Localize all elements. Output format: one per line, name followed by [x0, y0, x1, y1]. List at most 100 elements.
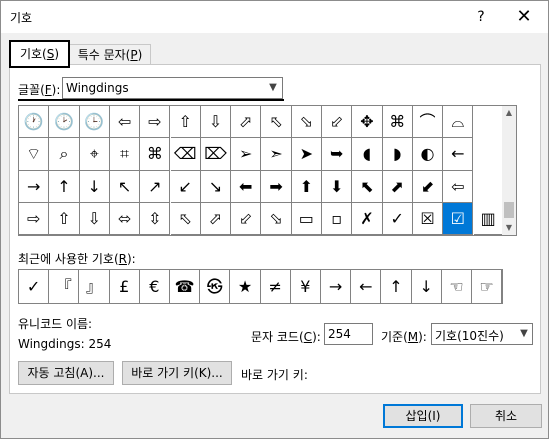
recent-symbols-list[interactable]: ✓ 『』 £ € ☎ ㉿ ★ ≠ ¥ → ← ↑ ↓ ☜ ☞ — [18, 269, 503, 304]
symbol-cell[interactable]: ⌘ — [382, 106, 413, 139]
symbol-cell[interactable]: ⇦ — [443, 170, 474, 203]
symbol-cell[interactable]: ⬅ — [231, 170, 262, 203]
symbol-cell[interactable]: ⌔ — [19, 138, 50, 171]
symbol-cell[interactable]: ⬆ — [291, 170, 322, 203]
symbol-cell[interactable]: ⇩ — [200, 106, 232, 139]
chevron-down-icon[interactable]: ▼ — [264, 78, 282, 98]
symbol-cell[interactable]: ◖ — [352, 138, 383, 171]
symbol-cell[interactable]: ⌦ — [200, 138, 232, 171]
symbol-cell[interactable]: ⬂ — [261, 202, 292, 235]
recent-symbol-cell[interactable]: 』 — [79, 270, 110, 303]
symbol-cell[interactable]: ↗ — [140, 170, 171, 203]
symbol-cell[interactable]: ↖ — [109, 170, 141, 203]
recent-symbol-cell[interactable]: ✓ — [19, 270, 50, 303]
symbol-cell[interactable]: ➣ — [261, 138, 292, 171]
symbol-cell[interactable]: ⇨ — [19, 202, 50, 235]
symbol-cell[interactable]: ☒ — [412, 202, 444, 235]
recent-symbol-cell[interactable]: € — [139, 270, 170, 303]
recent-symbol-cell[interactable]: ☞ — [472, 270, 503, 303]
recent-symbol-cell[interactable]: ★ — [230, 270, 261, 303]
symbol-cell[interactable]: ⬇ — [322, 170, 353, 203]
tab-special-characters[interactable]: 특수 문자(P) — [69, 44, 151, 65]
help-button[interactable]: ? — [469, 6, 493, 28]
symbol-cell[interactable]: ⌘ — [140, 138, 171, 171]
symbol-cell[interactable]: ◗ — [382, 138, 413, 171]
symbol-cell[interactable]: ⇧ — [49, 202, 80, 235]
symbol-cell[interactable]: ✓ — [382, 202, 413, 235]
recent-symbol-cell[interactable]: £ — [109, 270, 140, 303]
symbol-cell[interactable]: ⬉ — [352, 170, 383, 203]
symbol-cell[interactable]: 🕒 — [79, 106, 110, 139]
symbol-cell[interactable]: ☑ — [443, 202, 474, 235]
symbol-cell[interactable]: ⬁ — [170, 202, 201, 235]
symbol-cell[interactable]: ⇦ — [109, 106, 141, 139]
symbol-cell[interactable]: ⇧ — [170, 106, 201, 139]
symbol-cell[interactable]: ⇳ — [140, 202, 171, 235]
symbol-cell[interactable]: 🕑 — [49, 106, 80, 139]
symbol-cell[interactable]: ⬂ — [291, 106, 322, 139]
symbol-cell[interactable]: ▫ — [322, 202, 353, 235]
from-value: 기호(10진수) — [435, 329, 504, 343]
scrollbar-thumb[interactable] — [504, 202, 514, 218]
tab-symbols[interactable]: 기호(S) — [9, 40, 70, 68]
recent-symbol-cell[interactable]: → — [321, 270, 352, 303]
symbol-cell[interactable]: ⌗ — [109, 138, 141, 171]
recent-symbols-label: 최근에 사용한 기호(R): — [18, 252, 136, 266]
symbol-cell[interactable]: ◐ — [412, 138, 444, 171]
recent-symbol-cell[interactable]: ↓ — [411, 270, 442, 303]
chevron-down-icon[interactable]: ▼ — [516, 324, 532, 344]
recent-symbol-cell[interactable]: ㉿ — [200, 270, 231, 303]
symbol-cell[interactable]: ➡ — [261, 170, 292, 203]
recent-symbol-cell[interactable]: 『 — [49, 270, 80, 303]
cancel-button[interactable]: 취소 — [470, 404, 542, 428]
symbol-cell[interactable]: ⇩ — [79, 202, 110, 235]
symbol-cell[interactable]: ➤ — [291, 138, 322, 171]
symbol-cell[interactable]: ⌓ — [443, 106, 474, 139]
symbol-cell[interactable]: ⌫ — [170, 138, 201, 171]
symbol-cell[interactable]: ↙ — [170, 170, 201, 203]
recent-symbol-cell[interactable]: ← — [351, 270, 382, 303]
symbol-cell[interactable]: ⬋ — [412, 170, 444, 203]
symbol-cell[interactable]: ↓ — [79, 170, 110, 203]
recent-symbol-cell[interactable]: ↑ — [381, 270, 412, 303]
symbol-cell[interactable]: ← — [443, 138, 474, 171]
symbol-cell[interactable]: ↑ — [49, 170, 80, 203]
recent-symbol-cell[interactable]: ☎ — [170, 270, 201, 303]
symbol-cell[interactable]: ⬈ — [382, 170, 413, 203]
symbol-cell[interactable]: ↘ — [200, 170, 232, 203]
symbol-cell[interactable]: ⬀ — [231, 106, 262, 139]
symbol-cell[interactable]: 🕐 — [19, 106, 50, 139]
symbol-grid[interactable]: 🕐 🕑 🕒 ⇦ ⇨ ⇧ ⇩ ⬀ ⬁ ⬂ ⬃ ✥ ⌘ ⌒ ⌓ ⌔ ⌕ ⌖ ⌗ ⌘ ⌫ ⌦ ➢ ➣ ➤ ➥ ◖ ◗ ◐ ← → ↑ ↓ ↖ ↗ ↙ ↘ ⬅ ➡ ⬆… — [18, 105, 504, 236]
symbol-cell[interactable]: ⬀ — [200, 202, 232, 235]
symbol-cell[interactable]: ⇨ — [140, 106, 171, 139]
insert-button[interactable]: 삽입(I) — [383, 404, 463, 428]
close-button[interactable]: ✕ — [511, 6, 537, 28]
symbol-cell[interactable]: ⌕ — [49, 138, 80, 171]
recent-symbol-cell[interactable]: ☜ — [441, 270, 472, 303]
autocorrect-button[interactable]: 자동 고침(A)... — [18, 361, 114, 385]
symbol-cell[interactable]: ▥ — [473, 202, 504, 235]
scroll-up-icon[interactable]: ▲ — [502, 106, 516, 120]
font-value: Wingdings — [66, 81, 129, 95]
symbol-cell[interactable]: ⬃ — [322, 106, 353, 139]
recent-symbol-cell[interactable]: ≠ — [260, 270, 291, 303]
symbol-cell[interactable]: ✗ — [352, 202, 383, 235]
symbol-cell[interactable]: ➥ — [322, 138, 353, 171]
recent-symbol-cell[interactable]: ¥ — [290, 270, 321, 303]
symbol-cell[interactable]: ⬁ — [261, 106, 292, 139]
symbol-cell[interactable]: ⬃ — [231, 202, 262, 235]
symbol-cell[interactable]: ➢ — [231, 138, 262, 171]
symbol-dialog: 기호 ? ✕ 특수 문자(P) 기호(S) 글꼴(F): Wingdings ▼… — [0, 0, 549, 439]
symbol-cell[interactable]: → — [19, 170, 50, 203]
from-select[interactable]: 기호(10진수) ▼ — [431, 323, 533, 345]
char-code-input[interactable]: 254 — [324, 323, 373, 345]
symbol-cell[interactable]: ⬄ — [109, 202, 141, 235]
symbol-cell[interactable]: ⌖ — [79, 138, 110, 171]
symbol-cell[interactable]: ✥ — [352, 106, 383, 139]
symbol-grid-scrollbar[interactable]: ▲ ▼ — [502, 105, 517, 236]
scroll-down-icon[interactable]: ▼ — [502, 221, 516, 235]
font-select[interactable]: Wingdings ▼ — [62, 77, 283, 99]
shortcut-key-button[interactable]: 바로 가기 키(K)... — [122, 361, 232, 385]
symbol-cell[interactable]: ▭ — [291, 202, 322, 235]
symbol-cell[interactable]: ⌒ — [412, 106, 444, 139]
